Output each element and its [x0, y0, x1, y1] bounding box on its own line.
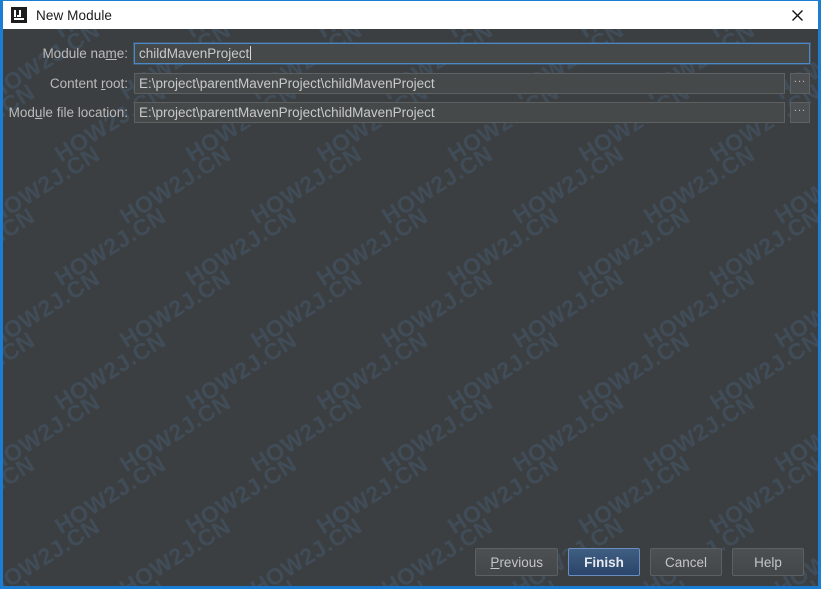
dialog-button-bar: Previous Finish Cancel Help — [3, 548, 818, 576]
window-title: New Module — [36, 7, 113, 23]
label-content-root: Content root: — [49, 75, 128, 91]
module-name-input[interactable]: childMavenProject — [134, 42, 810, 64]
previous-button[interactable]: Previous — [475, 548, 558, 576]
content-root-value: E:\project\parentMavenProject\childMaven… — [139, 75, 435, 91]
browse-module-file-location-button[interactable]: ... — [790, 101, 810, 123]
new-module-dialog: New Module HOW2J.CN HOW2J.CN HOW2J.CN HOW2J… — [0, 0, 821, 589]
cancel-button[interactable]: Cancel — [649, 548, 722, 576]
ellipsis-icon: ... — [793, 72, 807, 85]
ellipsis-icon: ... — [793, 101, 807, 114]
close-icon[interactable] — [777, 1, 818, 29]
module-file-location-input[interactable]: E:\project\parentMavenProject\childMaven… — [134, 101, 785, 123]
form-row-module-name: Module name: childMavenProject — [3, 42, 818, 64]
browse-content-root-button[interactable]: ... — [790, 72, 810, 94]
intellij-idea-icon — [11, 7, 27, 23]
content-root-input[interactable]: E:\project\parentMavenProject\childMaven… — [134, 72, 785, 94]
finish-button[interactable]: Finish — [567, 548, 640, 576]
dialog-body: Module name: childMavenProject Content r… — [3, 29, 818, 586]
label-module-file-location: Module file location: — [8, 104, 128, 120]
form-row-module-file-location: Module file location: E:\project\parentM… — [3, 101, 818, 123]
titlebar-left-accent — [0, 0, 3, 29]
title-bar: New Module — [3, 0, 818, 29]
module-name-value: childMavenProject — [139, 45, 250, 61]
text-caret — [250, 46, 252, 60]
form-row-content-root: Content root: E:\project\parentMavenProj… — [3, 72, 818, 94]
help-button[interactable]: Help — [732, 548, 804, 576]
label-module-name: Module name: — [42, 45, 128, 61]
module-file-location-value: E:\project\parentMavenProject\childMaven… — [139, 104, 435, 120]
